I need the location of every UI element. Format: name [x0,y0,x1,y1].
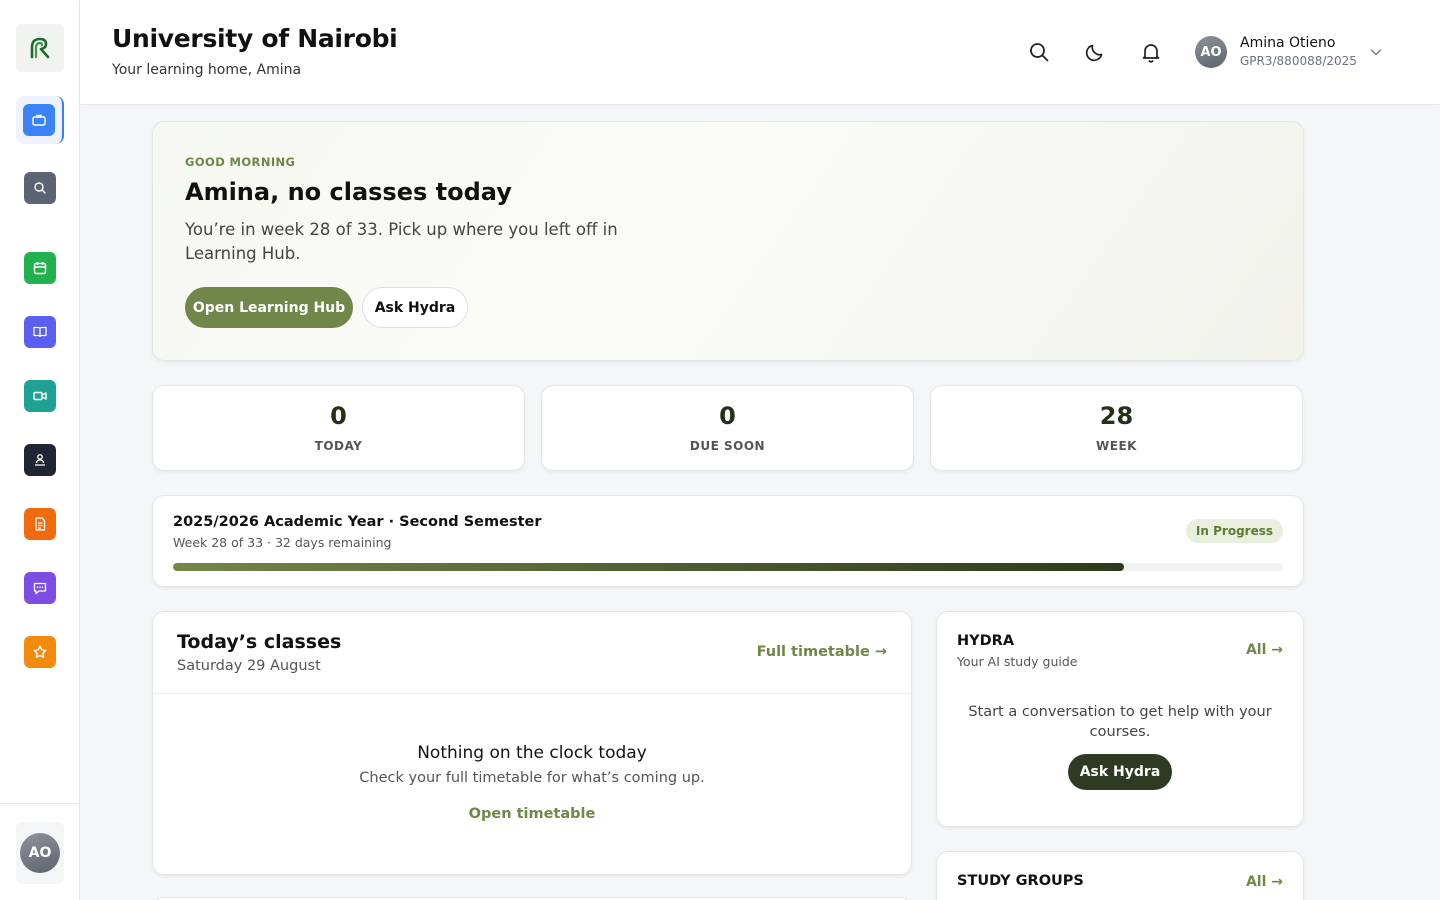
stat-value: 0 [330,402,347,430]
sidebar-profile[interactable]: AO [16,822,64,884]
sidebar-item-favorites[interactable] [16,628,64,676]
study-groups-title: STUDY GROUPS [957,873,1084,889]
hydra-all-link[interactable]: All → [1246,642,1283,658]
ask-hydra-button[interactable]: Ask Hydra [362,287,468,328]
search-icon[interactable] [1027,40,1051,64]
sidebar-item-messages[interactable] [16,564,64,612]
people-icon [24,444,56,476]
moon-icon[interactable] [1083,40,1107,64]
sidebar-item-dashboard[interactable] [16,96,64,144]
empty-state-title: Nothing on the clock today [417,743,647,763]
search-icon [24,172,56,204]
divider [153,693,911,694]
term-subtitle: Week 28 of 33 · 32 days remaining [173,535,392,550]
sidebar-item-documents[interactable] [16,500,64,548]
page-title: University of Nairobi [112,24,398,53]
hydra-title: HYDRA [957,633,1015,649]
star-icon [24,636,56,668]
full-timetable-link[interactable]: Full timetable → [757,644,887,660]
term-progress-fill [173,563,1125,571]
stat-label: WEEK [1096,439,1137,453]
sidebar-footer: AO [0,803,80,900]
top-header: University of Nairobi Your learning home… [80,0,1440,105]
hydra-card: HYDRA Your AI study guide All → Start a … [936,611,1304,827]
study-groups-card: STUDY GROUPS All → [936,851,1304,900]
todays-classes-card: Today’s classes Saturday 29 August Full … [152,611,912,875]
classes-date: Saturday 29 August [177,658,321,674]
greeting-eyebrow: GOOD MORNING [185,155,296,169]
empty-state-text: Check your full timetable for what’s com… [359,770,705,786]
page-subtitle: Your learning home, Amina [112,62,302,78]
sidebar: AO [0,0,80,900]
hydra-subtitle: Your AI study guide [957,654,1078,669]
stat-due-soon: 0 DUE SOON [541,385,914,471]
book-icon [24,316,56,348]
stat-today: 0 TODAY [152,385,525,471]
hydra-text: Start a conversation to get help with yo… [968,704,1272,740]
open-learning-hub-button[interactable]: Open Learning Hub [185,287,353,328]
stat-value: 28 [1099,402,1134,430]
welcome-text: You’re in week 28 of 33. Pick up where y… [185,220,618,263]
user-name[interactable]: Amina Otieno [1240,35,1335,51]
sidebar-item-calendar[interactable] [16,244,64,292]
term-progress-card: 2025/2026 Academic Year · Second Semeste… [152,495,1304,587]
study-groups-all-link[interactable]: All → [1246,874,1283,890]
term-progress-bar [173,563,1283,571]
classes-title: Today’s classes [177,631,342,653]
stat-label: DUE SOON [689,439,766,453]
chevron-down-icon[interactable] [1368,44,1384,60]
video-icon [24,380,56,412]
open-timetable-link[interactable]: Open timetable [153,806,911,822]
stat-week: 28 WEEK [930,385,1303,471]
app-logo[interactable] [16,24,64,72]
bell-icon[interactable] [1139,40,1163,64]
sidebar-item-search[interactable] [16,164,64,212]
avatar: AO [20,833,60,873]
briefcase-icon [23,104,55,136]
sidebar-item-live[interactable] [16,372,64,420]
chat-icon [24,572,56,604]
stat-value: 0 [719,402,736,430]
user-id: GPR3/880088/2025 [1240,54,1357,68]
calendar-icon [24,252,56,284]
welcome-title: Amina, no classes today [185,178,512,206]
user-avatar[interactable]: AO [1195,36,1227,68]
status-badge: In Progress [1185,519,1283,543]
sidebar-item-courses[interactable] [16,308,64,356]
welcome-card: GOOD MORNING Amina, no classes today You… [152,121,1304,361]
document-icon [24,508,56,540]
logo-icon [30,37,50,59]
stat-label: TODAY [314,439,363,453]
term-title: 2025/2026 Academic Year · Second Semeste… [173,514,542,530]
sidebar-item-groups[interactable] [16,436,64,484]
ask-hydra-button[interactable]: Ask Hydra [1068,754,1172,790]
